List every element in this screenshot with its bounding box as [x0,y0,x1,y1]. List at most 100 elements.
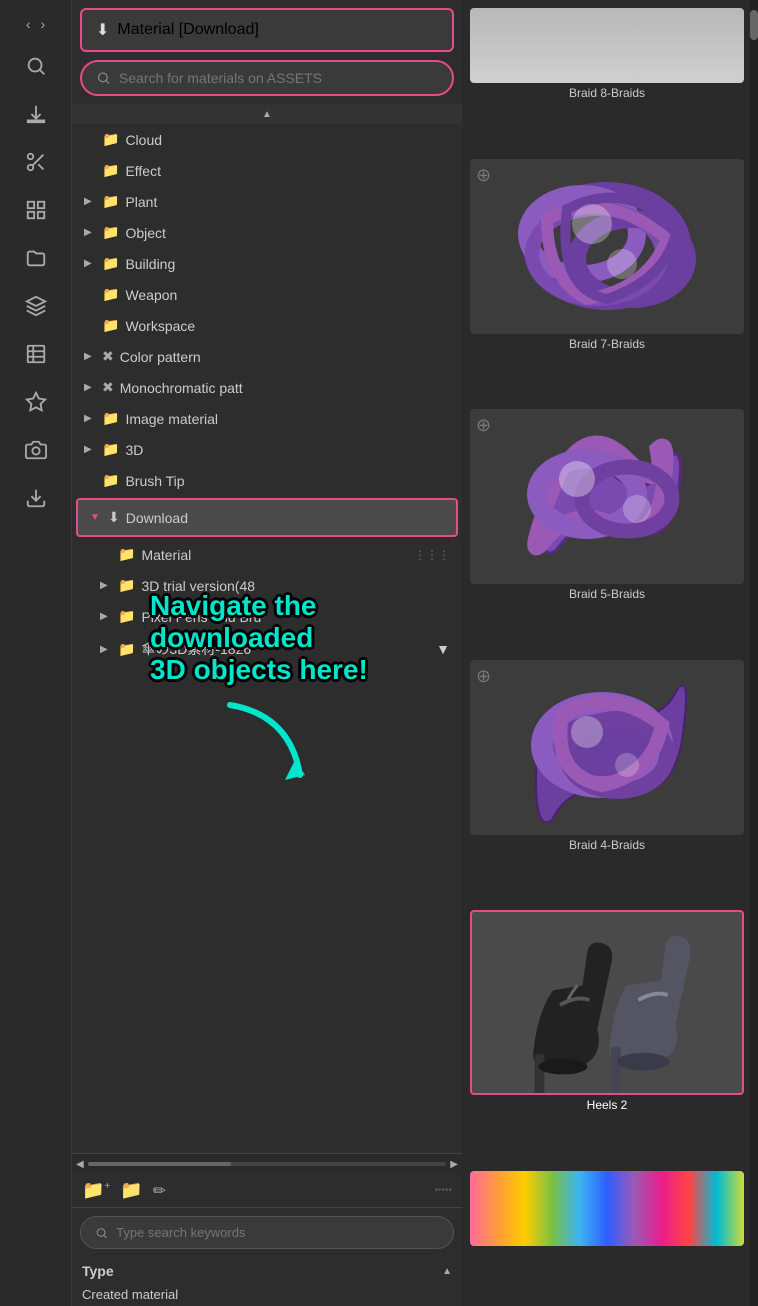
nav-forward-button[interactable]: › [37,12,50,36]
tree-item-cloud-label: Cloud [125,132,162,148]
tree-item-brushtip-label: Brush Tip [125,473,184,489]
type-label: Type [82,1263,114,1279]
tree-item-umbrella-label: 傘の3D素材-1826 [141,639,251,659]
download2-sidebar-icon[interactable] [14,476,58,520]
tree-item-mono-pattern[interactable]: ▶ ✖ Monochromatic patt [72,372,462,403]
braid5-svg [470,409,744,584]
braid4-svg [470,660,744,835]
folder-pixel-icon: 📁 [118,608,135,625]
download-sidebar-icon[interactable] [14,92,58,136]
material-item-braid7[interactable]: ⊕ Braid 7-Braids [470,159,744,406]
material-label-heels: Heels 2 [470,1095,744,1118]
search-bar-icon [96,70,111,86]
tree-item-effect-label: Effect [125,163,161,179]
material-download-header[interactable]: ⬇ Material [Download] [80,8,454,52]
bottom-search-bar[interactable] [80,1216,454,1249]
tree-item-building[interactable]: ▶ 📁 Building [72,248,462,279]
bottom-search-icon [95,1226,108,1240]
material-label-braid5: Braid 5-Braids [470,584,744,607]
tree-item-building-label: Building [125,256,175,272]
star-mono-icon: ✖ [102,379,114,396]
table-sidebar-icon[interactable] [14,332,58,376]
tree-item-weapon[interactable]: 📁 Weapon [72,279,462,310]
tree-item-brushtip[interactable]: 📁 Brush Tip [72,465,462,496]
braid5-cross-icon: ⊕ [476,415,491,436]
tree-item-cloud[interactable]: 📁 Cloud [72,124,462,155]
folder-action2-icon[interactable]: 📁 [120,1180,142,1201]
download-folder-icon: ⬇ [108,509,120,526]
folder-object-icon: 📁 [102,224,119,241]
tree-item-object[interactable]: ▶ 📁 Object [72,217,462,248]
bottom-search-section [72,1207,462,1257]
search-sidebar-icon[interactable] [14,44,58,88]
horiz-scroll: ◀ ▶ [72,1154,462,1174]
type-section: Type ▲ [72,1257,462,1283]
add-folder-icon[interactable]: 📁+ [82,1180,110,1201]
scissors-sidebar-icon[interactable] [14,140,58,184]
keyword-search-input[interactable] [116,1225,439,1240]
grid-sidebar-icon[interactable] [14,188,58,232]
camera-sidebar-icon[interactable] [14,428,58,472]
tree-item-image-material[interactable]: ▶ 📁 Image material [72,403,462,434]
material-item-braid5[interactable]: ⊕ Braid 5-Braids [470,409,744,656]
folder-umbrella-icon: 📁 [118,641,135,658]
folder-plant-icon: 📁 [102,193,119,210]
type-scroll-up[interactable]: ▲ [442,1266,452,1277]
horiz-scroll-left[interactable]: ◀ [76,1159,84,1170]
tree-item-effect[interactable]: 📁 Effect [72,155,462,186]
tree-item-object-label: Object [125,225,165,241]
tree-item-pixel-pens[interactable]: ▶ 📁 Pixel Pens And Bru [72,601,462,632]
assets-search-input[interactable] [119,70,438,86]
folder-sidebar-icon[interactable] [14,236,58,280]
tree-item-mono-label: Monochromatic patt [120,380,243,396]
download-header-icon: ⬇ [96,20,109,40]
tree-item-material-label: Material [141,547,191,563]
tree-item-color-pattern[interactable]: ▶ ✖ Color pattern [72,341,462,372]
tree-item-workspace[interactable]: 📁 Workspace [72,310,462,341]
tree-item-plant[interactable]: ▶ 📁 Plant [72,186,462,217]
cube-sidebar-icon[interactable] [14,284,58,328]
folder-image-icon: 📁 [102,410,119,427]
material-label-braid4: Braid 4-Braids [470,835,744,858]
material-item-heels[interactable]: Heels 2 [470,910,744,1167]
folder-cloud-icon: 📁 [102,131,119,148]
material-header-title: Material [Download] [117,21,258,39]
tree-item-3d[interactable]: ▶ 📁 3D [72,434,462,465]
edit-folder-icon[interactable]: ✏ [153,1181,166,1201]
horiz-scroll-right[interactable]: ▶ [450,1159,458,1170]
tree-item-3d-label: 3D [125,442,143,458]
tree-item-color-label: Color pattern [120,349,201,365]
material-label-braid7: Braid 7-Braids [470,334,744,357]
no-chevron [84,134,96,145]
tree-item-download[interactable]: ▼ ⬇ Download [76,498,458,537]
tree-item-material[interactable]: 📁 Material ⋮⋮⋮ [72,539,462,570]
tree-scroll-up[interactable]: ▲ [72,104,462,124]
tree-item-plant-label: Plant [125,194,157,210]
braid4-cross-icon: ⊕ [476,666,491,687]
tree-list: 📁 Cloud 📁 Effect ▶ 📁 Plant ▶ 📁 Object ▶ [72,124,462,1153]
folder-weapon-icon: 📁 [102,286,119,303]
heels-svg [472,912,742,1093]
assets-search-bar[interactable] [80,60,454,96]
star-sidebar-icon[interactable] [14,380,58,424]
tree-bottom: ◀ ▶ 📁+ 📁 ✏ ••••• [72,1153,462,1207]
folder-3d-icon: 📁 [102,441,119,458]
material-item-colorstrip[interactable] [470,1171,744,1295]
material-item-braid8[interactable]: Braid 8-Braids [470,8,744,155]
tree-item-download-label: Download [126,510,188,526]
nav-back-button[interactable]: ‹ [22,12,35,36]
material-label-braid8: Braid 8-Braids [470,83,744,106]
folder-building-icon: 📁 [102,255,119,272]
tree-item-3d-trial[interactable]: ▶ 📁 3D trial version(48 [72,570,462,601]
tree-item-weapon-label: Weapon [125,287,177,303]
tree-item-image-label: Image material [125,411,218,427]
folder-workspace-icon: 📁 [102,317,119,334]
content-panel: Braid 8-Braids ⊕ [462,0,758,1306]
tree-item-umbrella[interactable]: ▶ 📁 傘の3D素材-1826 ▼ [72,632,462,666]
material-item-braid4[interactable]: ⊕ Braid 4-Braids [470,660,744,907]
created-material-item[interactable]: Created material [72,1283,462,1306]
main-panel: ⬇ Material [Download] ▲ 📁 Cloud 📁 Effect [72,0,758,1306]
folder-actions: 📁+ 📁 ✏ ••••• [72,1174,462,1207]
tree-item-3d-trial-label: 3D trial version(48 [141,578,255,594]
created-material-label: Created material [82,1287,178,1302]
